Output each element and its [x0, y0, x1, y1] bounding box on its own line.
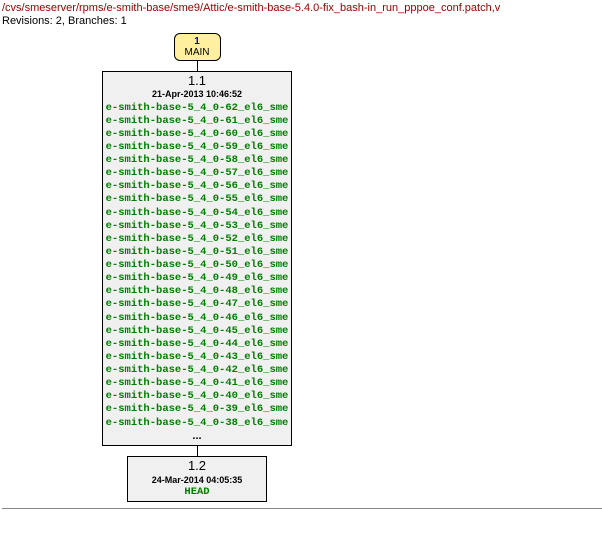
revision-version: 1.2 [152, 458, 243, 474]
tag: e-smith-base-5_4_0-59_el6_sme [106, 141, 289, 154]
tag: e-smith-base-5_4_0-58_el6_sme [106, 154, 289, 167]
tag: e-smith-base-5_4_0-38_el6_sme [106, 417, 289, 430]
tag: e-smith-base-5_4_0-45_el6_sme [106, 325, 289, 338]
revisions-summary: Revisions: 2, Branches: 1 [2, 15, 602, 27]
tag: e-smith-base-5_4_0-56_el6_sme [106, 180, 289, 193]
revision-node-1_1[interactable]: 1.1 21-Apr-2013 10:46:52 e-smith-base-5_… [102, 71, 293, 446]
repo-path: /cvs/smeserver/rpms/e-smith-base/sme9/At… [2, 2, 602, 14]
connector [197, 61, 198, 71]
tag: e-smith-base-5_4_0-42_el6_sme [106, 364, 289, 377]
revision-date: 24-Mar-2014 04:05:35 [152, 475, 243, 486]
tag: e-smith-base-5_4_0-57_el6_sme [106, 167, 289, 180]
tag-list: e-smith-base-5_4_0-62_el6_smee-smith-bas… [106, 102, 289, 430]
tag: e-smith-base-5_4_0-47_el6_sme [106, 298, 289, 311]
tag: e-smith-base-5_4_0-40_el6_sme [106, 390, 289, 403]
divider [2, 508, 602, 509]
tag: e-smith-base-5_4_0-55_el6_sme [106, 193, 289, 206]
tag: e-smith-base-5_4_0-51_el6_sme [106, 246, 289, 259]
revision-version: 1.1 [106, 73, 289, 89]
tag: e-smith-base-5_4_0-54_el6_sme [106, 207, 289, 220]
tag: e-smith-base-5_4_0-44_el6_sme [106, 338, 289, 351]
tag: e-smith-base-5_4_0-61_el6_sme [106, 115, 289, 128]
tag: e-smith-base-5_4_0-48_el6_sme [106, 285, 289, 298]
tag: e-smith-base-5_4_0-39_el6_sme [106, 403, 289, 416]
tag: e-smith-base-5_4_0-43_el6_sme [106, 351, 289, 364]
tag: e-smith-base-5_4_0-52_el6_sme [106, 233, 289, 246]
branch-label: MAIN [185, 47, 210, 58]
revision-graph: 1 MAIN 1.1 21-Apr-2013 10:46:52 e-smith-… [52, 33, 342, 502]
tag: e-smith-base-5_4_0-50_el6_sme [106, 259, 289, 272]
revision-node-1_2[interactable]: 1.2 24-Mar-2014 04:05:35 HEAD [127, 456, 268, 502]
tag: e-smith-base-5_4_0-49_el6_sme [106, 272, 289, 285]
tag: e-smith-base-5_4_0-46_el6_sme [106, 312, 289, 325]
head-tag: HEAD [152, 486, 243, 499]
tag: e-smith-base-5_4_0-41_el6_sme [106, 377, 289, 390]
tag: e-smith-base-5_4_0-60_el6_sme [106, 128, 289, 141]
connector [197, 446, 198, 456]
revision-date: 21-Apr-2013 10:46:52 [106, 89, 289, 100]
branch-node-main[interactable]: 1 MAIN [174, 33, 221, 61]
tag: e-smith-base-5_4_0-62_el6_sme [106, 102, 289, 115]
more-indicator: ... [106, 430, 289, 444]
tag: e-smith-base-5_4_0-53_el6_sme [106, 220, 289, 233]
branch-number: 1 [185, 36, 210, 47]
